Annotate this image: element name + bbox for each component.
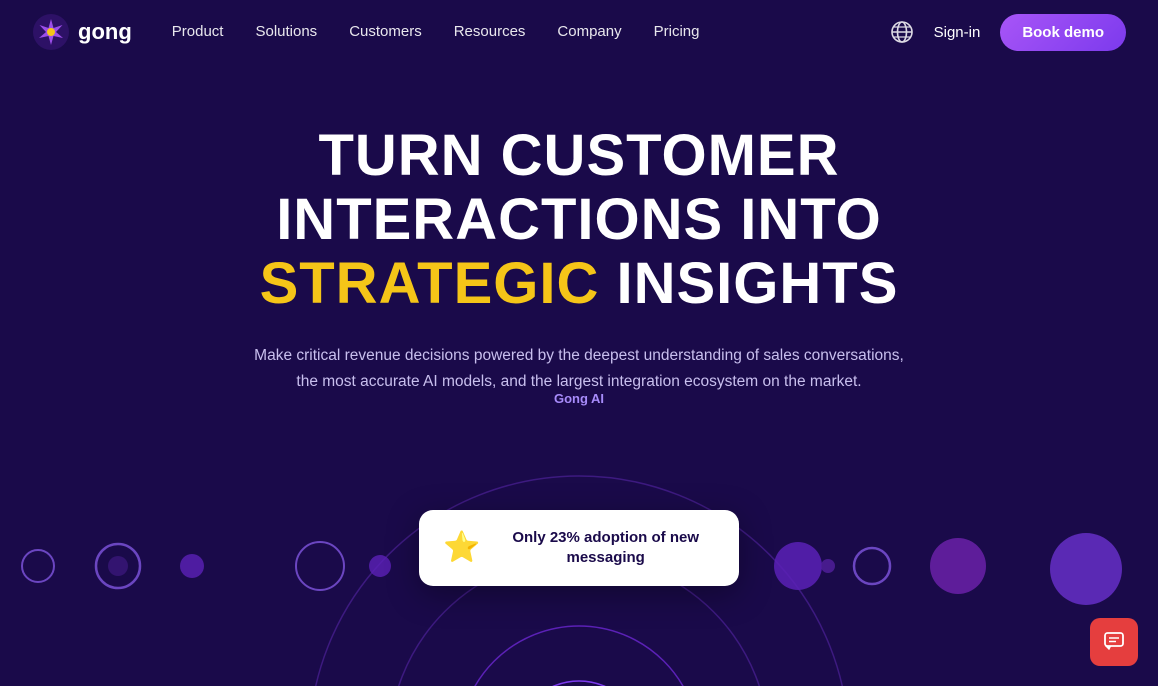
gong-ai-label: Gong AI [554, 391, 604, 406]
nav-company[interactable]: Company [557, 23, 621, 40]
nav-solutions[interactable]: Solutions [255, 23, 317, 40]
card-text: Only 23% adoption of new messaging [496, 528, 715, 569]
hero-title-yellow: STRATEGIC [260, 251, 600, 316]
hero-section: TURN CUSTOMER INTERACTIONS INTO STRATEGI… [0, 64, 1158, 686]
nav-pricing[interactable]: Pricing [654, 23, 700, 40]
signin-button[interactable]: Sign-in [934, 24, 981, 41]
insight-card: ⭐ Only 23% adoption of new messaging [419, 510, 739, 587]
hero-title-line1: TURN CUSTOMER INTERACTIONS INTO [276, 123, 882, 252]
hero-title-insights: INSIGHTS [617, 251, 899, 316]
nav-right: Sign-in Book demo [890, 14, 1126, 51]
nav-resources[interactable]: Resources [454, 23, 526, 40]
main-nav: gong Product Solutions Customers Resourc… [0, 0, 1158, 64]
logo[interactable]: gong [32, 13, 132, 51]
nav-customers[interactable]: Customers [349, 23, 422, 40]
chat-button[interactable] [1090, 618, 1138, 666]
logo-text: gong [78, 19, 132, 45]
card-star-icon: ⭐ [443, 530, 480, 565]
chat-icon [1103, 631, 1125, 653]
nav-product[interactable]: Product [172, 23, 224, 40]
book-demo-button[interactable]: Book demo [1000, 14, 1126, 51]
nav-links: Product Solutions Customers Resources Co… [172, 23, 890, 41]
hero-title: TURN CUSTOMER INTERACTIONS INTO STRATEGI… [129, 124, 1029, 315]
globe-icon [890, 20, 914, 44]
language-selector-button[interactable] [890, 20, 914, 44]
